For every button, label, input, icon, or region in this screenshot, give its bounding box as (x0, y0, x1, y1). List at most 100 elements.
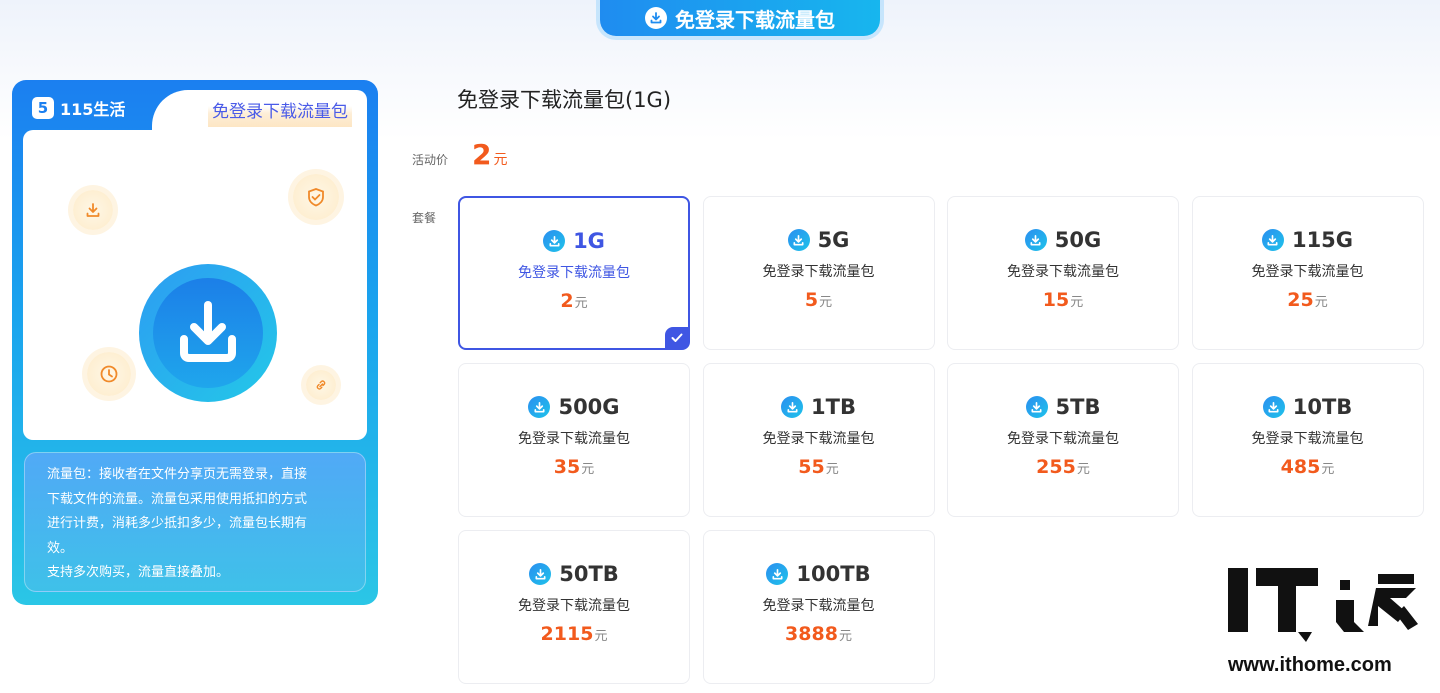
package-price-unit: 元 (594, 629, 608, 644)
brand: 5 115生活 (32, 96, 125, 120)
package-desc: 免登录下载流量包 (1007, 264, 1119, 280)
package-head: 5TB (1025, 394, 1100, 420)
package-size: 50G (1054, 228, 1102, 252)
package-price-unit: 元 (838, 629, 852, 644)
package-size: 10TB (1292, 395, 1353, 419)
package-price-number: 35 (553, 456, 581, 478)
package-price: 5元 (805, 289, 832, 311)
price-label: 活动价 (412, 153, 449, 167)
package-desc: 免登录下载流量包 (1007, 431, 1119, 447)
package-desc: 免登录下载流量包 (518, 598, 630, 614)
package-price-unit: 元 (574, 296, 588, 311)
package-price-number: 25 (1287, 289, 1314, 311)
package-price-number: 55 (798, 456, 825, 478)
package-price-number: 5 (804, 289, 819, 311)
package-price-number: 3888 (785, 623, 838, 645)
package-price-unit: 元 (581, 462, 595, 477)
package-price-unit: 元 (819, 295, 833, 310)
package-price-unit: 元 (1321, 462, 1335, 477)
package-price-unit: 元 (1070, 295, 1084, 310)
package-head: 10TB (1262, 394, 1353, 420)
download-icon (1261, 229, 1284, 251)
download-icon (766, 563, 789, 585)
description-box: 流量包：接收者在文件分享页无需登录，直接 下载文件的流量。流量包采用使用抵扣的方… (24, 452, 366, 592)
download-icon (528, 396, 551, 418)
package-price: 2元 (560, 290, 587, 312)
panel-badge: 免登录下载流量包 (208, 97, 352, 127)
download-icon (529, 563, 552, 585)
package-size: 115G (1291, 228, 1354, 252)
clock-icon (87, 352, 131, 396)
download-icon (1025, 396, 1048, 418)
package-head: 1TB (781, 394, 856, 420)
package-price: 485元 (1281, 456, 1335, 478)
package-head: 500G (528, 394, 620, 420)
top-tab[interactable]: 免登录下载流量包 (600, 0, 880, 36)
shield-icon (293, 174, 339, 220)
package-label: 套餐 (412, 211, 437, 225)
description-line: 流量包：接收者在文件分享页无需登录，直接 (47, 467, 308, 482)
package-price-number: 2 (560, 290, 574, 312)
download-icon (645, 7, 667, 29)
package-price-unit: 元 (1076, 462, 1090, 477)
description-line: 进行计费，消耗多少抵扣多少，流量包长期有 (47, 516, 308, 531)
selected-check-icon (665, 327, 689, 349)
package-desc: 免登录下载流量包 (762, 264, 875, 280)
price-value: 2元 (472, 138, 507, 171)
package-option-10tb[interactable]: 10TB 免登录下载流量包 485元 (1191, 363, 1424, 517)
package-option-1tb[interactable]: 1TB 免登录下载流量包 55元 (702, 363, 935, 517)
package-option-115g[interactable]: 115G 免登录下载流量包 25元 (1191, 196, 1424, 350)
package-price-number: 15 (1042, 289, 1070, 311)
price-number: 2 (472, 138, 492, 171)
watermark-url: www.ithome.com (1228, 654, 1392, 676)
package-head: 50TB (529, 561, 619, 587)
package-price-unit: 元 (1314, 295, 1328, 310)
package-size: 500G (558, 395, 620, 419)
package-head: 50G (1024, 227, 1102, 253)
package-desc: 免登录下载流量包 (518, 265, 630, 281)
download-icon (1024, 229, 1047, 251)
package-option-5g[interactable]: 5G 免登录下载流量包 5元 (702, 196, 935, 350)
package-option-50g[interactable]: 50G 免登录下载流量包 15元 (947, 196, 1179, 350)
description-line: 下载文件的流量。流量包采用使用抵扣的方式 (47, 491, 308, 507)
product-title: 免登录下载流量包(1G) (457, 88, 672, 112)
package-head: 100TB (766, 561, 871, 587)
package-option-1g[interactable]: 1G 免登录下载流量包 2元 (458, 196, 690, 350)
package-head: 5G (787, 227, 850, 253)
package-price: 3888元 (785, 623, 852, 645)
download-small-icon (73, 190, 113, 230)
package-option-100tb[interactable]: 100TB 免登录下载流量包 3888元 (702, 530, 935, 684)
package-desc: 免登录下载流量包 (762, 598, 875, 614)
download-main-icon (139, 264, 277, 402)
package-price: 35元 (554, 456, 594, 478)
description-line: 效。 (47, 540, 74, 556)
package-price: 255元 (1036, 456, 1090, 478)
package-desc: 免登录下载流量包 (1251, 264, 1364, 280)
download-icon (1262, 396, 1285, 418)
package-size: 5G (817, 228, 850, 252)
download-icon (781, 396, 804, 418)
package-option-50tb[interactable]: 50TB 免登录下载流量包 2115元 (458, 530, 690, 684)
price-unit: 元 (493, 152, 508, 168)
package-head: 1G (543, 228, 605, 254)
package-size: 50TB (559, 562, 619, 586)
package-option-500g[interactable]: 500G 免登录下载流量包 35元 (458, 363, 690, 517)
package-desc: 免登录下载流量包 (1251, 431, 1364, 447)
link-icon (306, 370, 336, 400)
ithome-logo-icon (1228, 568, 1418, 642)
package-size: 1TB (811, 395, 856, 419)
package-option-5tb[interactable]: 5TB 免登录下载流量包 255元 (947, 363, 1179, 517)
package-desc: 免登录下载流量包 (762, 431, 875, 447)
package-price-number: 2115 (540, 623, 594, 645)
download-icon (787, 229, 810, 251)
package-price: 25元 (1287, 289, 1327, 311)
download-icon (543, 230, 566, 252)
package-price-unit: 元 (825, 462, 839, 477)
package-price-number: 255 (1036, 456, 1076, 478)
watermark: www.ithome.com (1228, 566, 1428, 686)
product-illustration-card: 5 115生活 免登录下载流量包 流量包：接收者在文件分享页无需登录，直接 下载… (12, 80, 378, 605)
package-desc: 免登录下载流量包 (518, 431, 630, 447)
package-price-number: 485 (1280, 456, 1321, 478)
package-price: 2115元 (541, 623, 608, 645)
package-price: 15元 (1043, 289, 1083, 311)
